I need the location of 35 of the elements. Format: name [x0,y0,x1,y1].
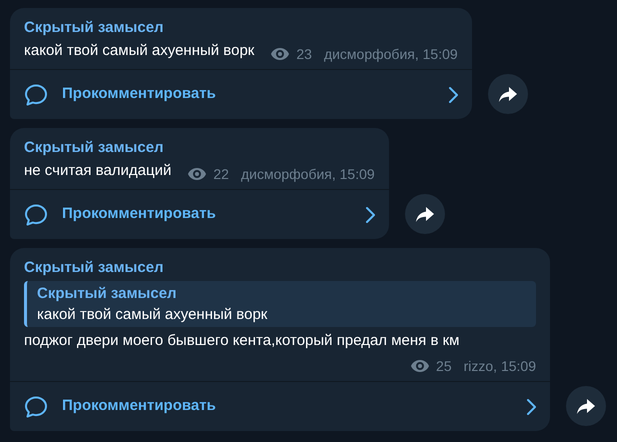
speech-bubble-icon [24,82,48,106]
share-button[interactable] [404,194,445,234]
comment-row[interactable]: Прокомментировать [10,189,389,239]
view-count: 25 [436,357,452,376]
author-name: Скрытый замысел [24,18,165,38]
share-arrow-icon [577,398,595,414]
eye-icon [270,47,290,61]
speech-bubble-icon [24,202,48,226]
share-arrow-icon [498,86,517,102]
eye-icon [187,167,208,181]
speech-bubble-icon [24,394,48,418]
author-name: Скрытый замысел [24,258,165,278]
view-count: 23 [296,45,312,64]
message-text: поджог двери моего бывшего кента,который предал меня в км [24,331,460,351]
comment-label: Прокомментировать [62,204,217,224]
chevron-right-icon [526,398,536,416]
chevron-right-icon [364,206,375,224]
signature-time: rizzo, 15:09 [464,357,536,376]
chevron-right-icon [448,86,458,104]
comment-row[interactable]: Прокомментировать [10,381,550,431]
message-text: какой твой самый ахуенный ворк [24,41,254,61]
signature-time: дисморфобия, 15:09 [240,165,375,184]
share-arrow-icon [416,206,434,222]
comment-label: Прокомментировать [62,84,217,104]
message-text: не считая валидаций [24,161,172,181]
quote-author: Скрытый замысел [37,284,178,304]
comment-row[interactable]: Прокомментировать [10,69,472,119]
comment-label: Прокомментировать [62,396,217,416]
author-name: Скрытый замысел [24,138,165,158]
view-count: 22 [213,165,229,184]
eye-icon [410,359,430,373]
share-button[interactable] [488,74,528,114]
share-button[interactable] [566,386,606,426]
signature-time: дисморфобия, 15:09 [324,45,458,64]
quote-text: какой твой самый ахуенный ворк [37,305,268,325]
